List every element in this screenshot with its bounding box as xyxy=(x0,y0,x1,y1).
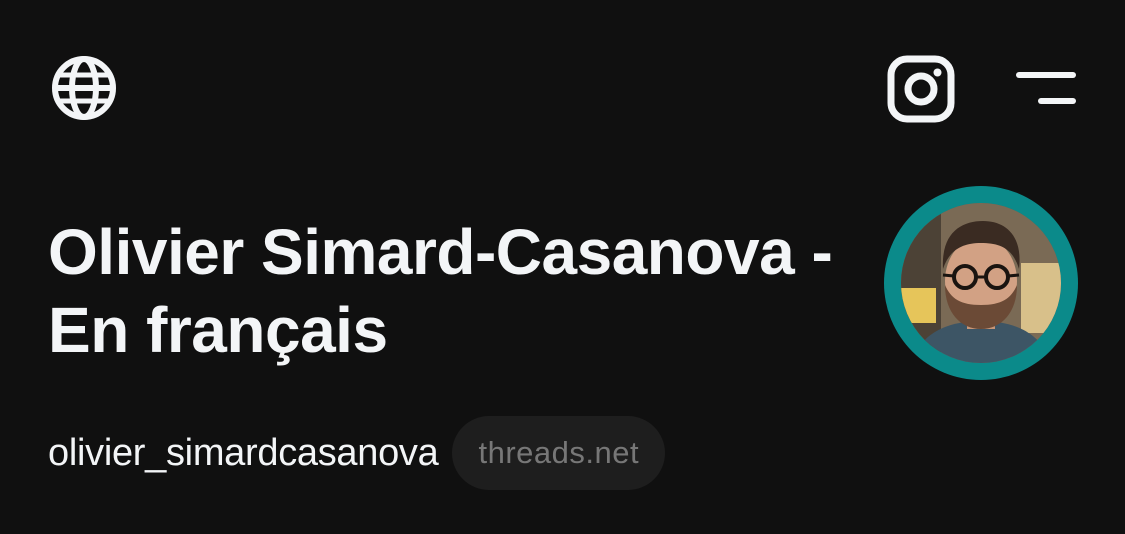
profile-header: Olivier Simard-Casanova - En français ol… xyxy=(0,175,1125,534)
username-row: olivier_simardcasanova threads.net xyxy=(48,413,666,493)
language-button[interactable] xyxy=(46,50,122,126)
profile-name: Olivier Simard-Casanova - En français xyxy=(48,216,833,366)
profile-photo-icon xyxy=(901,203,1061,363)
instagram-icon xyxy=(887,55,955,123)
menu-icon xyxy=(1016,72,1076,104)
domain-badge[interactable]: threads.net xyxy=(452,416,666,490)
top-bar xyxy=(0,0,1125,175)
instagram-button[interactable] xyxy=(880,48,962,130)
username: olivier_simardcasanova xyxy=(48,431,439,474)
menu-button[interactable] xyxy=(1008,56,1084,120)
avatar-image xyxy=(901,203,1061,363)
avatar[interactable] xyxy=(884,186,1078,380)
globe-icon xyxy=(52,56,116,120)
